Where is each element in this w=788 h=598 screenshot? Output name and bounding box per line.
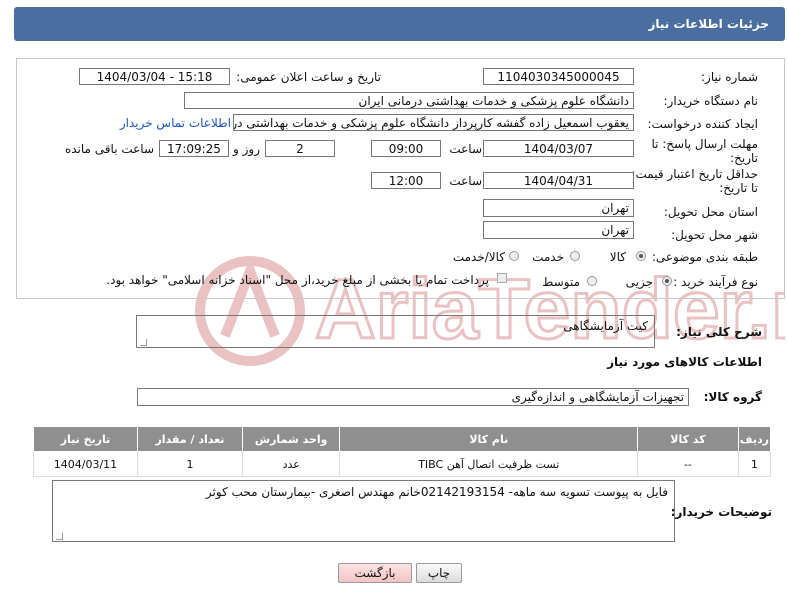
days-label: روز و: [233, 142, 260, 156]
col-code: کد کالا: [637, 426, 739, 452]
announce-label: تاریخ و ساعت اعلان عمومی:: [236, 70, 381, 84]
category-radio-goods[interactable]: [636, 251, 646, 261]
deadline-label: مهلت ارسال پاسخ: تا: [651, 137, 758, 151]
col-row: ردیف: [737, 426, 772, 452]
category-option-goods-service: کالا/خدمت: [452, 250, 505, 264]
buyer-org-field: دانشگاه علوم پزشکی و خدمات بهداشتی درمان…: [184, 92, 634, 109]
province-label: استان محل تحویل:: [663, 205, 758, 219]
process-label: نوع فرآیند خرید :: [673, 275, 758, 289]
validity-label-date: تا تاریخ:: [719, 181, 758, 195]
remaining-label: ساعت باقی مانده: [64, 142, 154, 156]
buyer-notes-textarea[interactable]: فایل به پیوست تسویه سه ماهه- 02142193154…: [52, 480, 675, 542]
goods-section-title: اطلاعات کالاهای مورد نیاز: [607, 355, 762, 369]
treasury-payment-checkbox[interactable]: [497, 273, 507, 283]
validity-time-field: 12:00: [371, 172, 441, 189]
announce-field: 1404/03/04 - 15:18: [79, 68, 230, 85]
cell-date: 1404/03/11: [33, 451, 138, 477]
col-unit: واحد شمارش: [241, 426, 341, 452]
page-header: جزئیات اطلاعات نیاز: [14, 7, 785, 41]
contact-buyer-link[interactable]: اطلاعات تماس خریدار: [120, 116, 231, 130]
process-radio-partial[interactable]: [662, 276, 672, 286]
creator-field: یعقوب اسمعیل زاده گفشه کارپرداز دانشگاه …: [233, 114, 634, 131]
days-field: 2: [265, 140, 335, 157]
description-label: شرح کلی نیاز:: [676, 325, 762, 339]
buyer-org-label: نام دستگاه خریدار:: [663, 94, 759, 108]
city-field: تهران: [483, 221, 634, 239]
col-name: نام کالا: [339, 426, 639, 452]
process-option-partial: جزیی: [625, 275, 653, 289]
creator-label: ایجاد کننده درخواست:: [647, 117, 758, 131]
province-field: تهران: [483, 199, 634, 217]
city-label: شهر محل تحویل:: [671, 228, 758, 242]
goods-group-label: گروه کالا:: [703, 390, 762, 404]
goods-table: ردیف کد کالا نام کالا واحد شمارش تعداد /…: [33, 426, 772, 477]
cell-row: 1: [737, 451, 772, 477]
deadline-time-field: 09:00: [371, 140, 441, 157]
col-qty: تعداد / مقدار: [136, 426, 243, 452]
back-button[interactable]: بازگشت: [338, 563, 412, 583]
buyer-notes-text: فایل به پیوست تسویه سه ماهه- 02142193154…: [205, 485, 668, 499]
resize-handle-icon[interactable]: [56, 533, 63, 540]
buyer-notes-label: توضیحات خریدار:: [670, 505, 772, 519]
process-radio-medium[interactable]: [587, 276, 597, 286]
remaining-time-field: 17:09:25: [159, 140, 229, 157]
print-button[interactable]: چاپ: [416, 563, 462, 583]
category-radio-service[interactable]: [570, 251, 580, 261]
col-date: تاریخ نیاز: [33, 426, 138, 452]
cell-unit: عدد: [241, 451, 341, 477]
cell-code: --: [637, 451, 739, 477]
goods-table-header: ردیف کد کالا نام کالا واحد شمارش تعداد /…: [33, 426, 772, 452]
category-option-goods: کالا: [609, 250, 626, 264]
cell-qty: 1: [136, 451, 243, 477]
category-option-service: خدمت: [532, 250, 564, 264]
need-number-label: شماره نیاز:: [701, 70, 758, 84]
goods-group-field: تجهیزات آزمایشگاهی و اندازه‌گیری: [137, 388, 689, 406]
deadline-date-field: 1404/03/07: [483, 140, 634, 157]
description-textarea[interactable]: کیت آزمایشگاهی: [136, 315, 655, 348]
table-row: 1 -- تست ظرفیت اتصال آهن TIBC عدد 1 1404…: [33, 451, 772, 477]
treasury-payment-note: پرداخت تمام یا بخشی از مبلغ خرید،از محل …: [106, 273, 489, 287]
validity-label: حداقل تاریخ اعتبار قیمت:: [631, 167, 758, 181]
deadline-label-date: تاریخ:: [730, 151, 758, 165]
validity-date-field: 1404/04/31: [483, 172, 634, 189]
deadline-time-label: ساعت: [449, 142, 482, 156]
process-option-medium: متوسط: [542, 275, 580, 289]
need-number-field: 1104030345000045: [483, 68, 634, 85]
validity-time-label: ساعت: [449, 174, 482, 188]
page-title: جزئیات اطلاعات نیاز: [648, 17, 769, 31]
resize-handle-icon[interactable]: [140, 339, 147, 346]
category-label: طبقه بندی موضوعی:: [651, 250, 758, 264]
description-text: کیت آزمایشگاهی: [563, 319, 648, 333]
cell-name: تست ظرفیت اتصال آهن TIBC: [339, 451, 639, 477]
category-radio-goods-service[interactable]: [509, 251, 519, 261]
